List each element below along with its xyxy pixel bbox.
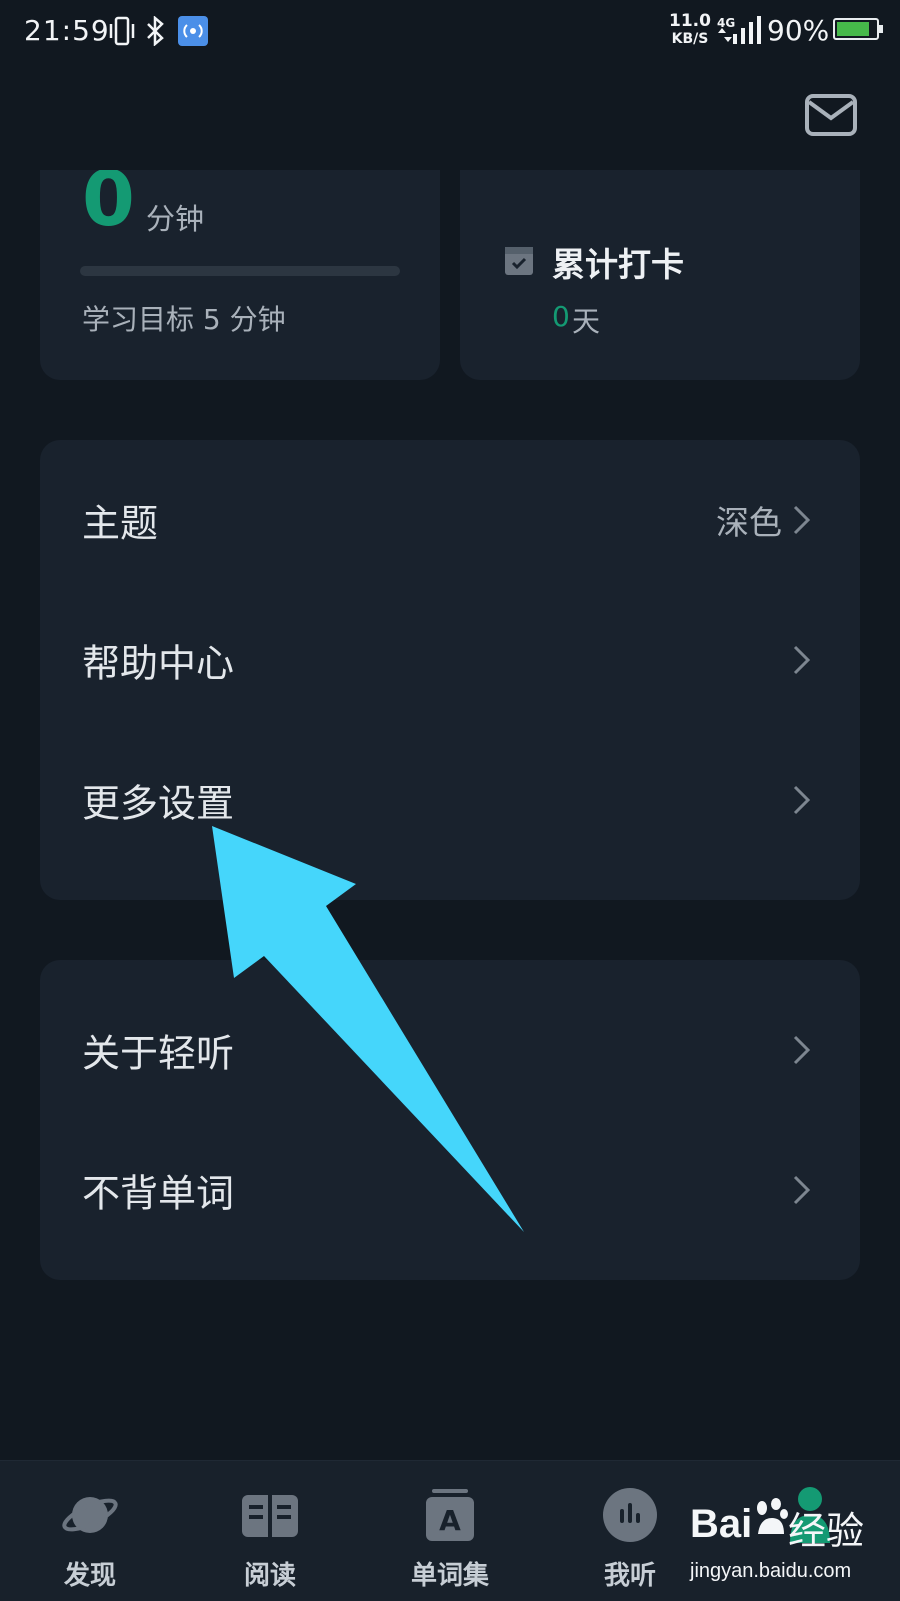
goal-progress-bar: [80, 266, 400, 276]
nav-tab-discover[interactable]: 发现: [0, 1461, 180, 1601]
nav-label: 阅读: [243, 1561, 296, 1591]
chevron-right-icon: [793, 1175, 811, 1205]
study-goal-text: 学习目标 5 分钟: [82, 303, 286, 336]
battery-level: [837, 22, 870, 36]
net-speed: 11.0 KB/S: [669, 11, 711, 47]
status-time: 21:59: [24, 14, 110, 47]
chevron-right-icon: [793, 785, 811, 815]
listen-icon: [603, 1488, 657, 1542]
menu-item-label: 帮助中心: [82, 641, 235, 686]
nav-label: 单词集: [410, 1561, 489, 1591]
menu-item-more-settings[interactable]: 更多设置: [40, 730, 860, 870]
settings-menu-group-2: 关于轻听 不背单词: [40, 960, 860, 1280]
menu-item-theme[interactable]: 主题 深色: [40, 450, 860, 590]
word-set-icon: A: [426, 1489, 474, 1541]
menu-item-bubei-danci[interactable]: 不背单词: [40, 1120, 860, 1260]
menu-item-label: 更多设置: [82, 781, 235, 826]
nav-tab-read[interactable]: 阅读: [180, 1461, 360, 1601]
watermark-jingyan: 经验: [788, 1509, 865, 1553]
book-icon: [242, 1495, 298, 1537]
vibrate-icon: [109, 16, 135, 46]
paw-icon: [757, 1498, 788, 1534]
nav-label: 发现: [63, 1561, 116, 1591]
nav-tab-word-set[interactable]: A 单词集: [360, 1461, 540, 1601]
calendar-check-icon: [505, 247, 533, 275]
chevron-right-icon: [793, 505, 811, 535]
chevron-right-icon: [793, 1035, 811, 1065]
baidu-jingyan-watermark: Bai 经验 jingyan.baidu.com: [690, 1492, 900, 1600]
checkin-card[interactable]: 累计打卡 0 天: [460, 150, 860, 380]
watermark-url: jingyan.baidu.com: [690, 1560, 852, 1582]
checkin-days-unit: 天: [572, 305, 601, 338]
hotspot-icon: [178, 16, 208, 46]
svg-text:A: A: [439, 1504, 461, 1537]
watermark-brand: Bai: [690, 1502, 753, 1546]
minutes-unit: 分钟: [146, 202, 205, 236]
menu-item-help-center[interactable]: 帮助中心: [40, 590, 860, 730]
planet-icon: [62, 1497, 118, 1533]
bluetooth-icon: [147, 16, 164, 46]
study-time-card[interactable]: 0 分钟 学习目标 5 分钟: [40, 150, 440, 380]
menu-item-label: 关于轻听: [82, 1031, 235, 1076]
settings-menu-group-1: 主题 深色 帮助中心 更多设置: [40, 440, 860, 900]
menu-item-label: 主题: [82, 501, 159, 546]
chevron-right-icon: [793, 645, 811, 675]
battery-icon: [833, 18, 883, 40]
menu-item-label: 不背单词: [82, 1171, 235, 1216]
checkin-days-value: 0: [552, 300, 570, 333]
checkin-title: 累计打卡: [552, 245, 684, 284]
data-arrows-icon: [718, 28, 732, 42]
status-bar: 21:59 11.0 KB/S 4G 90%: [0, 0, 900, 66]
battery-percent: 90%: [767, 14, 830, 47]
header-area: [0, 66, 900, 170]
mail-icon-button[interactable]: [805, 94, 857, 136]
menu-item-about[interactable]: 关于轻听: [40, 980, 860, 1120]
signal-icon: [733, 16, 761, 44]
theme-value: 深色: [716, 503, 782, 542]
